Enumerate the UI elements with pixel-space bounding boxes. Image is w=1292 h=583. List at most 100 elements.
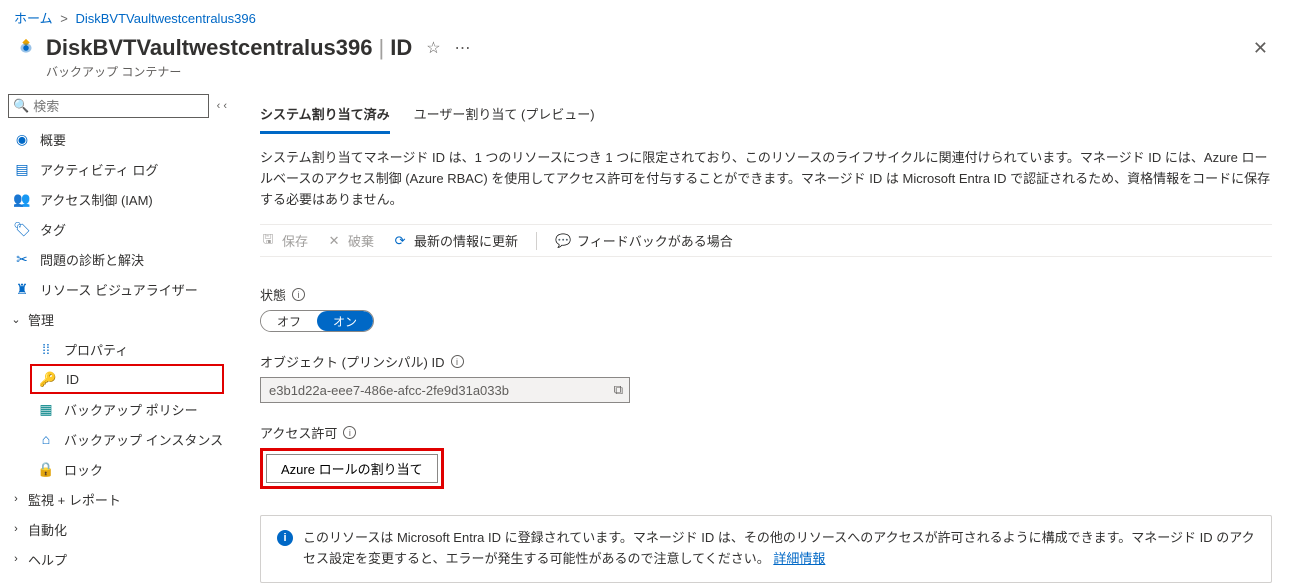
sidebar-group-monitor[interactable]: › 監視 + レポート xyxy=(6,484,230,514)
object-id-label-text: オブジェクト (プリンシパル) ID xyxy=(260,352,445,371)
info-icon[interactable]: i xyxy=(451,355,464,368)
instance-icon: ⌂ xyxy=(38,431,54,447)
azure-role-assignment-button[interactable]: Azure ロールの割り当て xyxy=(266,454,438,483)
sidebar-label: プロパティ xyxy=(64,340,128,359)
page-title-blade: ID xyxy=(390,35,412,61)
toggle-on[interactable]: オン xyxy=(317,311,373,331)
favorite-star-icon[interactable]: ☆ xyxy=(426,38,440,58)
sidebar-group-help[interactable]: › ヘルプ xyxy=(6,544,230,574)
more-menu-icon[interactable]: ⋯ xyxy=(455,38,472,58)
discard-label: 破棄 xyxy=(348,231,374,250)
breadcrumb-sep: > xyxy=(60,11,68,26)
sidebar-item-backup-policy[interactable]: ▦ バックアップ ポリシー xyxy=(30,394,230,424)
policy-icon: ▦ xyxy=(38,401,54,417)
info-icon[interactable]: i xyxy=(343,426,356,439)
command-bar: 🖫 保存 ✕ 破棄 ⟳ 最新の情報に更新 💬 フィードバックがある場合 xyxy=(260,224,1272,257)
save-label: 保存 xyxy=(282,231,308,250)
id-icon: 🔑 xyxy=(40,371,56,387)
refresh-label: 最新の情報に更新 xyxy=(414,231,518,250)
tab-user-assigned[interactable]: ユーザー割り当て (プレビュー) xyxy=(414,98,595,134)
save-button[interactable]: 🖫 保存 xyxy=(260,231,308,250)
permissions-label-text: アクセス許可 xyxy=(260,423,337,442)
title-separator: | xyxy=(378,35,384,61)
properties-icon: ⁞⁞ xyxy=(38,341,54,357)
sidebar-item-id[interactable]: 🔑 ID xyxy=(30,364,224,394)
sidebar-search[interactable]: 🔍 xyxy=(8,94,209,118)
sidebar-group-automation[interactable]: › 自動化 xyxy=(6,514,230,544)
sidebar: 🔍 ‹‹ ◉ 概要 ▤ アクティビティ ログ 👥 アクセス制御 (IAM) 🏷 … xyxy=(0,90,230,583)
tags-icon: 🏷 xyxy=(14,221,30,237)
vault-icon xyxy=(14,36,38,60)
info-banner-icon: i xyxy=(277,530,293,546)
breadcrumb-resource[interactable]: DiskBVTVaultwestcentralus396 xyxy=(75,11,255,26)
object-id-label: オブジェクト (プリンシパル) ID i xyxy=(260,352,1272,371)
sidebar-item-locks[interactable]: 🔒 ロック xyxy=(30,454,230,484)
save-icon: 🖫 xyxy=(260,233,276,249)
title-bar: DiskBVTVaultwestcentralus396 | ID ☆ ⋯ ✕ xyxy=(0,29,1292,63)
refresh-button[interactable]: ⟳ 最新の情報に更新 xyxy=(392,231,518,250)
sidebar-item-overview[interactable]: ◉ 概要 xyxy=(6,124,230,154)
feedback-label: フィードバックがある場合 xyxy=(577,231,733,250)
sidebar-item-activity-log[interactable]: ▤ アクティビティ ログ xyxy=(6,154,230,184)
chevron-right-icon: › xyxy=(10,553,22,565)
close-icon[interactable]: ✕ xyxy=(1253,38,1268,59)
sidebar-item-diagnose[interactable]: ✂ 問題の診断と解決 xyxy=(6,244,230,274)
iam-icon: 👥 xyxy=(14,191,30,207)
sidebar-label: アクセス制御 (IAM) xyxy=(40,190,153,209)
toolbar-separator xyxy=(536,232,537,250)
tab-system-assigned[interactable]: システム割り当て済み xyxy=(260,98,390,134)
sidebar-group-label: 監視 + レポート xyxy=(28,490,121,509)
info-banner-link[interactable]: 詳細情報 xyxy=(773,551,825,566)
sidebar-label: 概要 xyxy=(40,130,66,149)
permissions-label: アクセス許可 i xyxy=(260,423,1272,442)
role-assignment-highlight: Azure ロールの割り当て xyxy=(260,448,444,489)
sidebar-label: 問題の診断と解決 xyxy=(40,250,144,269)
copy-icon[interactable]: ⧉ xyxy=(614,382,623,398)
collapse-sidebar-icon[interactable]: ‹‹ xyxy=(217,100,224,112)
sidebar-item-iam[interactable]: 👥 アクセス制御 (IAM) xyxy=(6,184,230,214)
sidebar-group-manage[interactable]: ⌄ 管理 xyxy=(6,304,230,334)
page-title-resource: DiskBVTVaultwestcentralus396 xyxy=(46,35,372,61)
breadcrumb: ホーム > DiskBVTVaultwestcentralus396 xyxy=(0,0,1292,29)
diagnose-icon: ✂ xyxy=(14,251,30,267)
info-banner: i このリソースは Microsoft Entra ID に登録されています。マ… xyxy=(260,515,1272,583)
sidebar-group-label: 自動化 xyxy=(28,520,67,539)
chevron-right-icon: › xyxy=(10,493,22,505)
object-id-value: e3b1d22a-eee7-486e-afcc-2fe9d31a033b xyxy=(269,383,509,398)
info-icon[interactable]: i xyxy=(292,288,305,301)
sidebar-item-resource-visualizer[interactable]: ♜ リソース ビジュアライザー xyxy=(6,274,230,304)
sidebar-label: ID xyxy=(66,372,79,387)
identity-tabs: システム割り当て済み ユーザー割り当て (プレビュー) xyxy=(260,98,1272,134)
lock-icon: 🔒 xyxy=(38,461,54,477)
sidebar-label: ロック xyxy=(64,460,103,479)
chevron-down-icon: ⌄ xyxy=(10,313,22,326)
sidebar-label: バックアップ ポリシー xyxy=(64,400,198,419)
object-id-field: e3b1d22a-eee7-486e-afcc-2fe9d31a033b ⧉ xyxy=(260,377,630,403)
sidebar-item-tags[interactable]: 🏷 タグ xyxy=(6,214,230,244)
sidebar-group-label: ヘルプ xyxy=(28,550,67,569)
status-label: 状態 i xyxy=(260,285,1272,304)
description-text: システム割り当てマネージド ID は、1 つのリソースにつき 1 つに限定されて… xyxy=(260,148,1272,210)
overview-icon: ◉ xyxy=(14,131,30,147)
toggle-off[interactable]: オフ xyxy=(261,311,317,331)
resource-type-subtitle: バックアップ コンテナー xyxy=(0,63,1292,90)
feedback-button[interactable]: 💬 フィードバックがある場合 xyxy=(555,231,733,250)
visualizer-icon: ♜ xyxy=(14,281,30,297)
sidebar-label: リソース ビジュアライザー xyxy=(40,280,198,299)
chevron-right-icon: › xyxy=(10,523,22,535)
refresh-icon: ⟳ xyxy=(392,233,408,249)
breadcrumb-home[interactable]: ホーム xyxy=(14,11,53,26)
sidebar-label: バックアップ インスタンス xyxy=(64,430,223,449)
main-content: システム割り当て済み ユーザー割り当て (プレビュー) システム割り当てマネージ… xyxy=(230,90,1292,583)
search-input[interactable] xyxy=(33,99,203,114)
sidebar-item-properties[interactable]: ⁞⁞ プロパティ xyxy=(30,334,230,364)
feedback-icon: 💬 xyxy=(555,233,571,249)
search-icon: 🔍 xyxy=(13,98,29,114)
status-label-text: 状態 xyxy=(260,285,286,304)
discard-button[interactable]: ✕ 破棄 xyxy=(326,231,374,250)
sidebar-item-backup-instance[interactable]: ⌂ バックアップ インスタンス xyxy=(30,424,230,454)
discard-icon: ✕ xyxy=(326,233,342,249)
activity-log-icon: ▤ xyxy=(14,161,30,177)
status-toggle[interactable]: オフ オン xyxy=(260,310,374,332)
sidebar-group-label: 管理 xyxy=(28,310,54,329)
